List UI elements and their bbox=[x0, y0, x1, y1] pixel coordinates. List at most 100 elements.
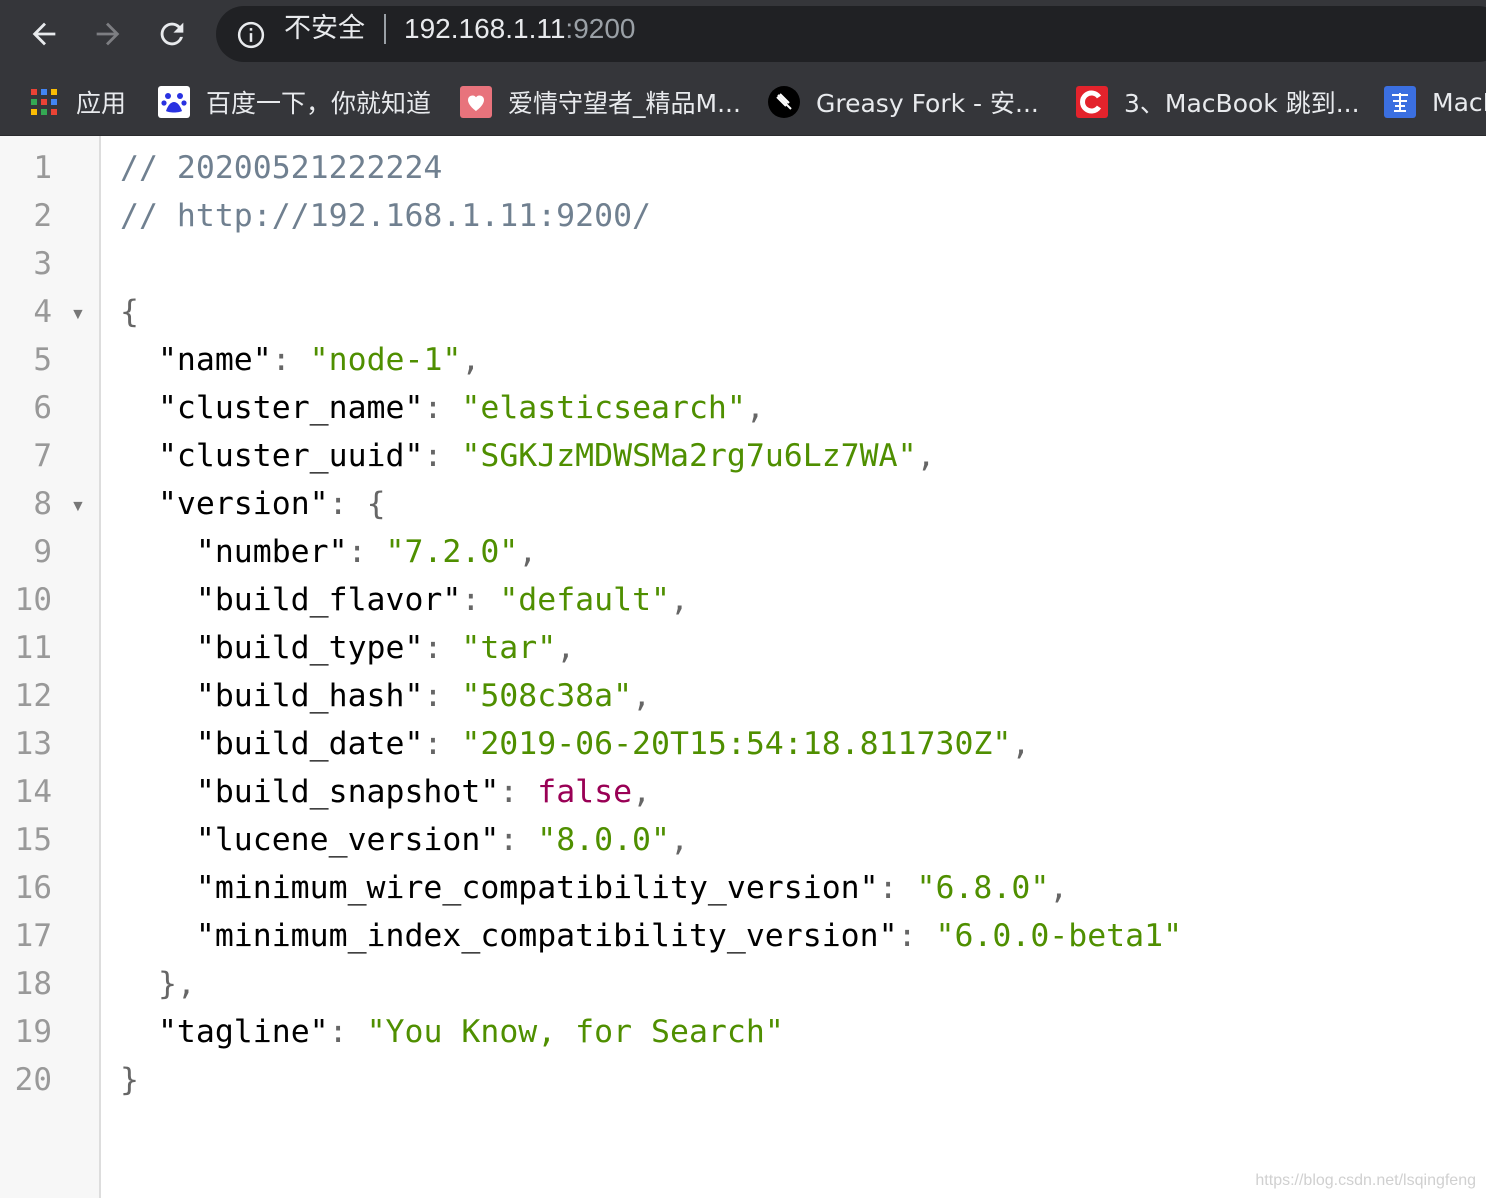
line-number: 17 bbox=[14, 918, 52, 954]
browser-toolbar: 不安全 192.168.1.11:9200 bbox=[0, 0, 1486, 68]
json-string-value: "node-1" bbox=[309, 342, 462, 378]
line-number: 19 bbox=[14, 1014, 52, 1050]
json-key: "name" bbox=[157, 342, 272, 378]
json-key: "cluster_uuid" bbox=[157, 438, 424, 474]
json-string-value: "default" bbox=[499, 582, 670, 618]
line-number: 13 bbox=[14, 726, 52, 762]
code-line: "build_type": "tar", bbox=[195, 630, 576, 666]
json-key: "version" bbox=[157, 486, 329, 522]
json-key: "number" bbox=[195, 534, 348, 570]
json-key: "build_type" bbox=[195, 630, 424, 666]
not-secure-label[interactable]: 不安全 bbox=[284, 14, 365, 44]
json-string-value: "6.8.0" bbox=[916, 870, 1050, 906]
back-button[interactable] bbox=[24, 14, 64, 54]
json-string-value: "7.2.0" bbox=[385, 534, 519, 570]
reload-button[interactable] bbox=[152, 14, 192, 54]
forward-button[interactable] bbox=[88, 14, 128, 54]
url-text[interactable]: 192.168.1.11:9200 bbox=[404, 14, 636, 44]
line-number: 10 bbox=[14, 582, 52, 618]
code-line: "cluster_uuid": "SGKJzMDWSMa2rg7u6Lz7WA"… bbox=[157, 438, 936, 474]
line-number: 1 bbox=[33, 150, 52, 186]
address-divider bbox=[384, 14, 386, 44]
code-line: "cluster_name": "elasticsearch", bbox=[157, 390, 765, 426]
greasy-fork-icon bbox=[768, 86, 800, 118]
line-number: 4 bbox=[33, 294, 52, 330]
line-number: 11 bbox=[14, 630, 52, 666]
info-icon[interactable] bbox=[236, 20, 266, 50]
url-host: 192.168.1.11 bbox=[404, 13, 566, 44]
url-port: :9200 bbox=[565, 13, 636, 44]
line-number: 7 bbox=[33, 438, 52, 474]
line-number: 6 bbox=[33, 390, 52, 426]
json-key: "build_date" bbox=[195, 726, 424, 762]
apps-grid-icon bbox=[28, 86, 60, 118]
code-line: // http://192.168.1.11:9200/ bbox=[120, 192, 651, 240]
line-number: 12 bbox=[14, 678, 52, 714]
json-string-value: "tar" bbox=[461, 630, 557, 666]
line-number: 9 bbox=[33, 534, 52, 570]
line-number: 20 bbox=[14, 1062, 52, 1098]
baidu-paw-icon bbox=[158, 86, 190, 118]
bookmark-feng[interactable]: MacB bbox=[1384, 84, 1486, 120]
code-line: "build_flavor": "default", bbox=[195, 582, 689, 618]
code-line: "build_snapshot": false, bbox=[195, 774, 652, 810]
code-line: "name": "node-1", bbox=[157, 342, 481, 378]
json-string-value: "8.0.0" bbox=[537, 822, 670, 858]
code-line: "tagline": "You Know, for Search" bbox=[157, 1014, 784, 1050]
feng-icon bbox=[1384, 86, 1416, 118]
code-line: "minimum_index_compatibility_version": "… bbox=[195, 918, 1183, 954]
bookmark-csdn[interactable]: 3、MacBook 跳到... bbox=[1076, 84, 1360, 120]
code-line: "build_hash": "508c38a", bbox=[195, 678, 652, 714]
line-number: 18 bbox=[14, 966, 52, 1002]
json-key: "minimum_wire_compatibility_version" bbox=[195, 870, 879, 906]
bookmark-label: 3、MacBook 跳到... bbox=[1124, 89, 1360, 118]
code-line: "build_date": "2019-06-20T15:54:18.81173… bbox=[195, 726, 1031, 762]
json-string-value: "SGKJzMDWSMa2rg7u6Lz7WA" bbox=[461, 438, 917, 474]
fold-toggle-icon[interactable]: ▼ bbox=[70, 291, 86, 339]
line-number: 16 bbox=[14, 870, 52, 906]
line-number: 5 bbox=[33, 342, 52, 378]
comment-url: // http://192.168.1.11:9200/ bbox=[120, 198, 652, 234]
code-line: // 20200521222224 bbox=[120, 144, 442, 192]
json-string-value: "2019-06-20T15:54:18.811730Z" bbox=[461, 726, 1012, 762]
code-line: "lucene_version": "8.0.0", bbox=[195, 822, 689, 858]
open-brace: { bbox=[366, 486, 386, 522]
bookmark-label: MacB bbox=[1432, 87, 1486, 117]
code-line: { bbox=[120, 288, 139, 336]
code-line: } bbox=[120, 1056, 139, 1104]
json-key: "tagline" bbox=[157, 1014, 329, 1050]
arrow-left-icon bbox=[32, 22, 56, 46]
json-boolean-value: false bbox=[537, 774, 633, 810]
json-key: "build_hash" bbox=[195, 678, 424, 714]
fold-toggle-icon[interactable]: ▼ bbox=[70, 483, 86, 531]
json-key: "cluster_name" bbox=[157, 390, 424, 426]
json-string-value: "elasticsearch" bbox=[461, 390, 746, 426]
line-number: 14 bbox=[14, 774, 52, 810]
bookmark-label: Greasy Fork - 安... bbox=[816, 89, 1039, 118]
open-brace: { bbox=[120, 294, 139, 330]
code-line: }, bbox=[120, 960, 196, 1008]
bookmark-baidu[interactable]: 百度一下，你就知道 bbox=[158, 84, 431, 120]
comment-timestamp: // 20200521222224 bbox=[120, 150, 443, 186]
bookmark-label: 爱情守望者_精品M... bbox=[508, 89, 741, 118]
line-number: 8 bbox=[33, 486, 52, 522]
watermark: https://blog.csdn.net/lsqingfeng bbox=[1255, 1172, 1476, 1189]
bookmark-label: 应用 bbox=[76, 89, 127, 118]
bookmark-label: 百度一下，你就知道 bbox=[206, 89, 432, 118]
bookmark-greasyfork[interactable]: Greasy Fork - 安... bbox=[768, 84, 1039, 120]
bookmark-aiqing[interactable]: 爱情守望者_精品M... bbox=[460, 84, 741, 120]
heart-icon bbox=[460, 86, 492, 118]
json-key: "build_snapshot" bbox=[195, 774, 500, 810]
json-string-value: "508c38a" bbox=[461, 678, 633, 714]
code-line: "number": "7.2.0", bbox=[195, 534, 538, 570]
arrow-right-icon bbox=[96, 22, 120, 46]
json-key: "build_flavor" bbox=[195, 582, 462, 618]
close-brace: } bbox=[120, 1062, 139, 1098]
json-string-value: "6.0.0-beta1" bbox=[935, 918, 1183, 954]
code-line: "minimum_wire_compatibility_version": "6… bbox=[195, 870, 1069, 906]
bookmark-apps[interactable]: 应用 bbox=[28, 84, 126, 120]
reload-icon bbox=[160, 22, 184, 46]
csdn-c-icon bbox=[1076, 86, 1108, 118]
line-number: 15 bbox=[14, 822, 52, 858]
line-number: 2 bbox=[33, 198, 52, 234]
